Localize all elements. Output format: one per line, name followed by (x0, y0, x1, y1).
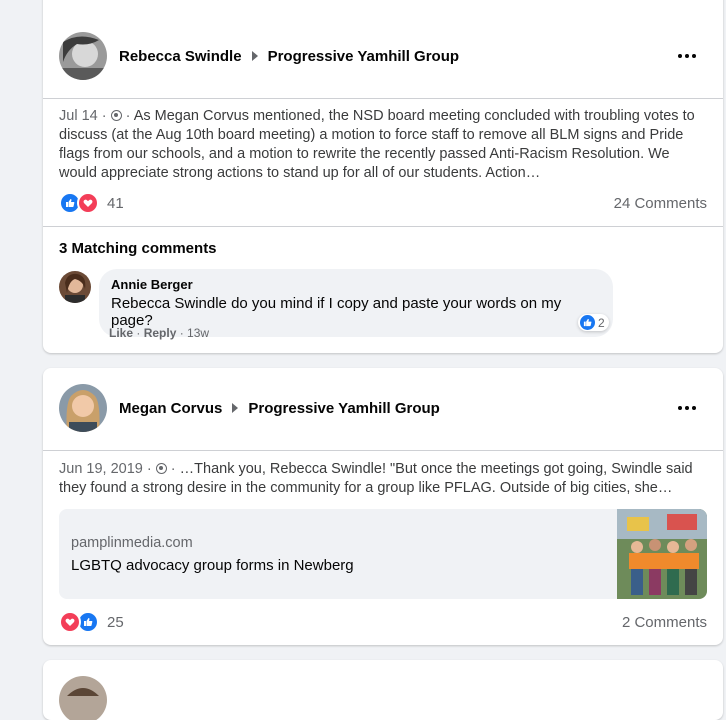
like-link[interactable]: Like (109, 326, 133, 340)
globe-icon (155, 463, 167, 474)
post-card: Megan Corvus Progressive Yamhill Group J… (43, 368, 723, 645)
group-name[interactable]: Progressive Yamhill Group (248, 400, 439, 417)
link-preview[interactable]: pamplinmedia.com LGBTQ advocacy group fo… (59, 509, 707, 599)
triangle-right-icon (251, 51, 258, 61)
reaction-count: 25 (107, 613, 124, 631)
comment-text: Rebecca Swindle do you mind if I copy an… (111, 295, 562, 329)
commenter-name[interactable]: Annie Berger (111, 277, 601, 292)
group-name[interactable]: Progressive Yamhill Group (268, 48, 459, 65)
link-domain: pamplinmedia.com (71, 535, 193, 551)
love-reaction-icon (59, 611, 81, 633)
globe-icon (110, 110, 122, 121)
author-avatar[interactable] (59, 676, 107, 720)
reply-link[interactable]: Reply (144, 326, 177, 340)
post-body: As Megan Corvus mentioned, the NSD board… (59, 108, 695, 181)
author-avatar[interactable] (59, 384, 107, 432)
more-options-icon[interactable] (673, 398, 701, 418)
author-avatar[interactable] (59, 32, 107, 80)
comments-count-link[interactable]: 2 Comments (622, 614, 707, 631)
post-body: …Thank you, Rebecca Swindle! "But once t… (59, 461, 693, 496)
post-header: Rebecca Swindle Progressive Yamhill Grou… (59, 32, 459, 80)
divider (43, 450, 723, 451)
love-reaction-icon (77, 192, 99, 214)
commenter-avatar[interactable] (59, 271, 91, 303)
comment-reactions[interactable]: 2 (578, 314, 609, 331)
post-date[interactable]: Jul 14 · (59, 108, 107, 124)
reaction-count: 41 (107, 194, 124, 212)
like-reaction-icon (580, 315, 595, 330)
reactions-row: 25 2 Comments (59, 611, 707, 633)
link-title: LGBTQ advocacy group forms in Newberg (71, 557, 354, 574)
post-text: Jul 14 · · As Megan Corvus mentioned, th… (59, 108, 695, 181)
reactions-summary[interactable]: 25 (59, 611, 124, 633)
comment-actions: Like · Reply · 13w (109, 326, 210, 340)
post-card: Rebecca Swindle Progressive Yamhill Grou… (43, 0, 723, 353)
comment-time[interactable]: 13w (187, 326, 209, 340)
post-card (43, 660, 723, 720)
post-header: Megan Corvus Progressive Yamhill Group (59, 384, 440, 432)
reactions-row: 41 24 Comments (59, 192, 707, 214)
comments-count-link[interactable]: 24 Comments (614, 195, 707, 212)
divider (43, 226, 723, 227)
matching-comments-title: 3 Matching comments (59, 240, 217, 257)
reactions-summary[interactable]: 41 (59, 192, 124, 214)
author-name[interactable]: Megan Corvus (119, 400, 222, 417)
triangle-right-icon (232, 403, 239, 413)
comment-reaction-count: 2 (598, 315, 605, 330)
post-date[interactable]: Jun 19, 2019 · (59, 461, 152, 477)
more-options-icon[interactable] (673, 46, 701, 66)
author-name[interactable]: Rebecca Swindle (119, 48, 242, 65)
post-text: Jun 19, 2019 · · …Thank you, Rebecca Swi… (59, 461, 693, 496)
divider (43, 98, 723, 99)
link-thumbnail (617, 509, 707, 599)
